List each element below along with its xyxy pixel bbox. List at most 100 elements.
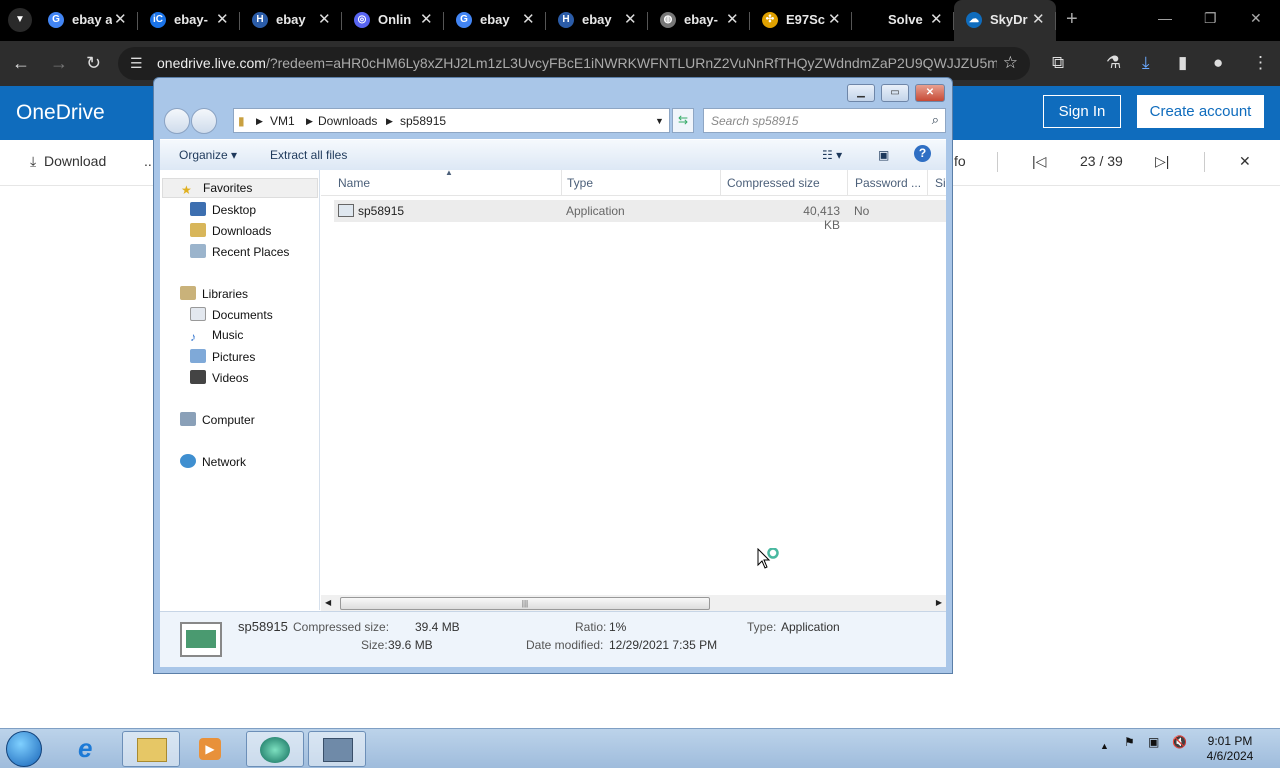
column-separator[interactable]: [720, 170, 721, 196]
breadcrumb-item[interactable]: sp58915: [400, 114, 446, 128]
col-size[interactable]: Si: [935, 176, 946, 190]
tab-close-icon[interactable]: ✕: [1032, 10, 1045, 28]
internet-explorer-taskbar-button[interactable]: e: [62, 731, 120, 767]
network-tray-icon[interactable]: ▣: [1148, 735, 1159, 749]
system-clock[interactable]: 9:01 PM 4/6/2024: [1200, 734, 1260, 764]
breadcrumb-item[interactable]: Downloads: [318, 114, 377, 128]
explorer-taskbar-button[interactable]: [122, 731, 180, 767]
tab-search-dropdown[interactable]: ▼: [8, 8, 32, 32]
win-minimize-button[interactable]: ▁: [847, 84, 875, 102]
tab-close-icon[interactable]: ✕: [726, 10, 739, 28]
file-row[interactable]: sp58915 Application 40,413 KB No: [334, 200, 946, 232]
action-center-flag-icon[interactable]: ⚑: [1124, 735, 1135, 749]
tab-close-icon[interactable]: ✕: [420, 10, 433, 28]
tab-close-icon[interactable]: ✕: [522, 10, 535, 28]
browser-tab[interactable]: Hebay ✕: [546, 0, 648, 41]
media-player-taskbar-button[interactable]: ▶: [182, 731, 240, 767]
info-button[interactable]: fo: [954, 153, 966, 169]
tab-close-icon[interactable]: ✕: [114, 10, 127, 28]
browser-tab[interactable]: iC ebay- ✕: [138, 0, 240, 41]
minimize-icon[interactable]: —: [1158, 10, 1172, 26]
help-icon[interactable]: ?: [914, 145, 931, 162]
nav-pictures[interactable]: Pictures: [190, 349, 255, 369]
column-separator[interactable]: [927, 170, 928, 196]
virtual-machine-taskbar-button[interactable]: [308, 731, 366, 767]
last-page-icon[interactable]: ▷|: [1155, 153, 1169, 170]
extract-all-button[interactable]: Extract all files: [270, 148, 347, 162]
win-close-button[interactable]: ✕: [915, 84, 945, 102]
tab-close-icon[interactable]: ✕: [216, 10, 229, 28]
nav-music[interactable]: ♪ Music: [190, 328, 243, 348]
close-viewer-icon[interactable]: ✕: [1239, 153, 1251, 170]
column-separator[interactable]: [561, 170, 562, 196]
browser-tab[interactable]: ◎ Onlin ✕: [342, 0, 444, 41]
browser-tab[interactable]: ✣ E97Sc ✕: [750, 0, 852, 41]
app-taskbar-button[interactable]: [246, 731, 304, 767]
preview-pane-icon[interactable]: ▣: [878, 148, 889, 162]
nav-computer[interactable]: Computer: [180, 412, 255, 432]
col-password[interactable]: Password ...: [855, 176, 921, 190]
browser-tab[interactable]: Gebay ✕: [444, 0, 546, 41]
chevron-down-icon[interactable]: ▼: [655, 116, 664, 126]
explorer-back-button[interactable]: [164, 108, 190, 134]
site-info-icon[interactable]: ☰: [130, 55, 143, 72]
labs-flask-icon[interactable]: ⚗: [1106, 53, 1121, 73]
profile-avatar-icon[interactable]: ●: [1213, 53, 1223, 73]
win-maximize-button[interactable]: ▭: [881, 84, 909, 102]
new-tab-button[interactable]: +: [1066, 8, 1078, 31]
reload-icon[interactable]: ↻: [86, 53, 101, 74]
breadcrumb[interactable]: ▮ ▶ VM1 ▶ Downloads ▶ sp58915 ▼: [233, 108, 670, 133]
show-hidden-icons[interactable]: ▲: [1100, 741, 1109, 751]
menu-kebab-icon[interactable]: ⋮: [1252, 53, 1269, 73]
tab-close-icon[interactable]: ✕: [930, 10, 943, 28]
explorer-forward-button[interactable]: [191, 108, 217, 134]
download-icon[interactable]: ⤓: [1142, 53, 1150, 73]
restore-icon[interactable]: ❐: [1204, 10, 1217, 27]
view-options-icon[interactable]: ☷ ▾: [822, 148, 842, 162]
nav-desktop[interactable]: Desktop: [190, 202, 256, 222]
create-account-button[interactable]: Create account: [1137, 95, 1264, 128]
column-separator[interactable]: [847, 170, 848, 196]
scrollbar-thumb[interactable]: |||: [340, 597, 710, 610]
first-page-icon[interactable]: |◁: [1032, 153, 1046, 170]
side-panel-icon[interactable]: ▮: [1178, 53, 1187, 73]
back-icon[interactable]: ←: [12, 53, 30, 74]
search-input[interactable]: Search sp58915 ⌕: [703, 108, 946, 133]
volume-muted-icon[interactable]: 🔇: [1172, 735, 1187, 749]
tab-close-icon[interactable]: ✕: [828, 10, 841, 28]
breadcrumb-item[interactable]: VM1: [270, 114, 295, 128]
sign-in-button[interactable]: Sign In: [1043, 95, 1121, 128]
extensions-icon[interactable]: ⧉: [1052, 53, 1064, 73]
close-window-icon[interactable]: ✕: [1250, 10, 1262, 27]
start-button[interactable]: [6, 731, 42, 767]
bookmark-star-icon[interactable]: ☆: [1003, 53, 1018, 73]
col-type[interactable]: Type: [567, 176, 593, 190]
nav-downloads[interactable]: Downloads: [190, 223, 271, 243]
horizontal-scrollbar[interactable]: ◀ ||| ▶: [321, 595, 946, 612]
col-compressed-size[interactable]: Compressed size: [727, 176, 820, 190]
onedrive-logo[interactable]: OneDrive: [16, 101, 105, 125]
organize-button[interactable]: Organize ▾: [179, 148, 237, 162]
nav-network[interactable]: Network: [180, 454, 246, 474]
address-bar[interactable]: ☰ onedrive.live.com/?redeem=aHR0cHM6Ly8x…: [118, 47, 1030, 80]
scroll-left-icon[interactable]: ◀: [325, 598, 331, 607]
forward-icon[interactable]: →: [50, 53, 68, 74]
browser-tab[interactable]: Hebay ✕: [240, 0, 342, 41]
nav-favorites[interactable]: ★ Favorites: [162, 178, 318, 198]
col-name[interactable]: Name: [338, 176, 370, 190]
url-text[interactable]: onedrive.live.com/?redeem=aHR0cHM6Ly8xZH…: [157, 55, 997, 71]
browser-tab[interactable]: Gebay a ✕: [36, 0, 138, 41]
nav-videos[interactable]: Videos: [190, 370, 248, 390]
browser-tab[interactable]: Solve ✕: [852, 0, 954, 41]
browser-tab[interactable]: ◍ ebay- ✕: [648, 0, 750, 41]
scroll-right-icon[interactable]: ▶: [936, 598, 942, 607]
download-button[interactable]: ⤓ Download: [30, 153, 106, 170]
refresh-icon[interactable]: ⇆: [672, 108, 694, 133]
nav-libraries[interactable]: Libraries: [180, 286, 248, 306]
browser-tab[interactable]: ☁ SkyDr ✕: [954, 0, 1056, 41]
nav-documents[interactable]: Documents: [190, 307, 273, 327]
tab-close-icon[interactable]: ✕: [318, 10, 331, 28]
nav-recent-places[interactable]: Recent Places: [190, 244, 289, 264]
search-icon[interactable]: ⌕: [932, 112, 939, 128]
tab-close-icon[interactable]: ✕: [624, 10, 637, 28]
